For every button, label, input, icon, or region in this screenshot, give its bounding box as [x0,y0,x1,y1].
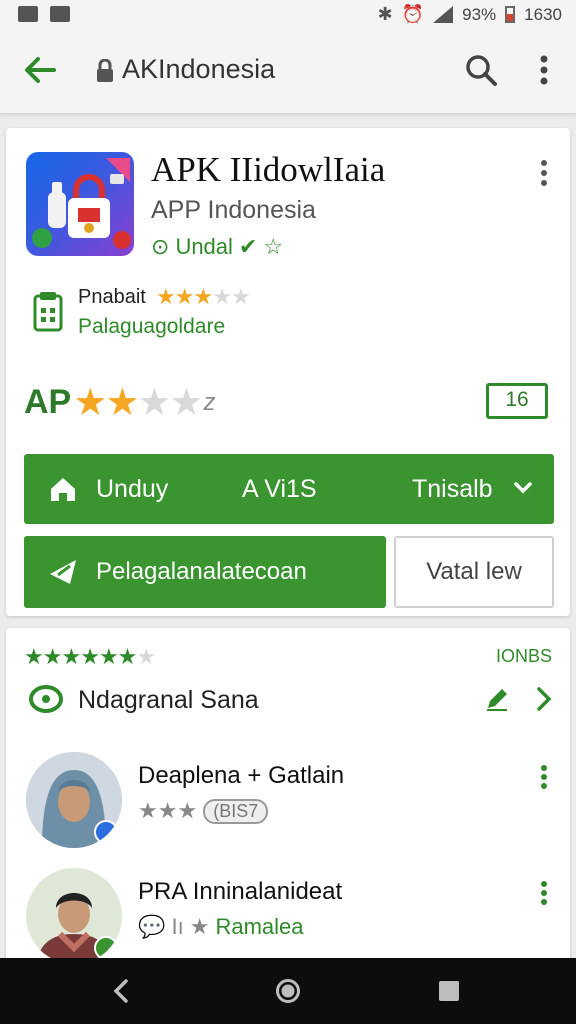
status-badge-icon [94,936,118,960]
system-nav-bar [0,958,576,1024]
install-bar-item3: Tnisalb [412,475,493,503]
star-empty-icon: ★ [230,284,251,309]
check-icon: ✔ [238,234,258,259]
star-filled-icon: ★ [117,644,138,669]
reviewer-name: PRA Inninalanideat [138,878,343,905]
rating-stars: ★★★★ [73,380,203,425]
developer-rating-stars: ★★★★★ [156,284,251,310]
app-title: APK IIidowlIaia [151,150,386,189]
review-item[interactable]: Deaplena + Gatlain ★★★ (BIS7 [6,748,570,858]
chat-icon [29,685,63,713]
star-icon: ★ [189,914,210,939]
chevron-right-icon[interactable] [534,686,554,712]
home-icon [51,478,75,501]
clock: 1630 [524,4,562,24]
nav-back-icon[interactable] [110,978,132,1004]
review-stars: ★★★ [138,798,197,824]
app-subtitle: APP Indonesia [151,196,316,224]
rating-label: AP [24,383,72,421]
review-pill: (BIS7 [203,798,269,824]
rating-suffix: z [203,388,216,416]
star-empty-icon: ★ [137,382,171,424]
avatar [26,752,122,848]
install-bar-item1: Unduy [96,475,169,503]
star-filled-icon: ★ [80,644,100,669]
search-icon[interactable] [463,52,499,88]
primary-action-label: Pelagalanalatecoan [96,558,307,585]
primary-action-button[interactable]: Pelagalanalatecoan [24,536,386,608]
star-filled-icon: ★ [174,284,195,309]
signal-icon [433,6,454,23]
review-meta: ★★★ (BIS7 [138,798,269,824]
notification-icon [18,6,38,22]
bluetooth-icon: ✱ [377,4,393,24]
star-filled-icon: ★ [73,382,107,424]
chevron-down-icon[interactable] [512,476,534,500]
star-filled-icon: ★ [61,644,81,669]
app-badge-label: Undal [175,234,233,259]
app-details-card: APK IIidowlIaia APP Indonesia ⊙ Undal ✔ … [6,128,570,616]
review-menu-icon[interactable] [536,880,552,906]
card-menu-icon[interactable] [534,158,554,188]
star-filled-icon: ★ [105,382,139,424]
star-outline-icon: ☆ [263,234,284,259]
app-bar-title: AKIndonesia [122,54,276,84]
secondary-action-button[interactable]: Vatal lew [394,536,554,608]
status-bar: ✱ ⏰ 93% 1630 [0,0,576,30]
star-empty-icon: ★ [212,284,232,309]
reviews-card: ★★★★★★★ IONBS Ndagranal Sana Deaplena + … [6,628,570,968]
rating-row: AP ★★★★ z [24,380,216,425]
nav-home-icon[interactable] [275,978,301,1004]
reviewer-name: Deaplena + Gatlain [138,762,345,789]
install-bar[interactable]: Unduy A Vi1S Tnisalb [24,454,554,524]
review-meta: 💬 Iı ★ Ramalea [138,914,304,940]
star-filled-icon: ★ [24,644,44,669]
developer-name: Pnabait [78,286,146,308]
reviews-header-title: Ndagranal Sana [78,686,259,714]
star-filled-icon: ★ [42,644,63,669]
review-menu-icon[interactable] [536,764,552,790]
star-filled-icon: ★ [138,798,158,823]
battery-percent: 93% [462,4,497,24]
lock-icon [97,59,113,82]
back-arrow-icon[interactable] [20,50,60,90]
star-empty-icon: ★ [136,644,156,669]
install-bar-item2: A Vi1S [242,475,317,503]
avatar [26,868,122,964]
app-icon [26,152,134,256]
reviews-stars: ★★★★★★★ [24,644,156,670]
star-filled-icon: ★ [177,798,198,823]
verified-badge-icon [94,820,118,844]
reviews-count: IONBS [496,646,553,666]
star-empty-icon: ★ [169,382,203,424]
info-icon: ⊙ [151,234,170,259]
notification-icon [50,6,70,22]
app-bar: AKIndonesia [0,30,576,114]
calendar-icon [33,292,63,332]
star-filled-icon: ★ [156,284,176,309]
star-filled-icon: ★ [157,798,178,823]
app-badge-row: ⊙ Undal ✔ ☆ [151,234,283,260]
send-icon [50,560,76,584]
edit-icon[interactable] [484,686,510,712]
star-filled-icon: ★ [193,284,213,309]
nav-recents-icon[interactable] [438,980,460,1002]
overflow-menu-icon[interactable] [530,52,558,88]
battery-icon [505,6,516,23]
review-meta-label: Ramalea [215,914,304,939]
alarm-icon: ⏰ [401,4,425,24]
developer-category: Palaguagoldare [78,315,226,338]
review-meta-prefix: 💬 Iı [138,914,184,939]
age-rating-badge: 16 [486,383,548,419]
star-filled-icon: ★ [98,644,119,669]
